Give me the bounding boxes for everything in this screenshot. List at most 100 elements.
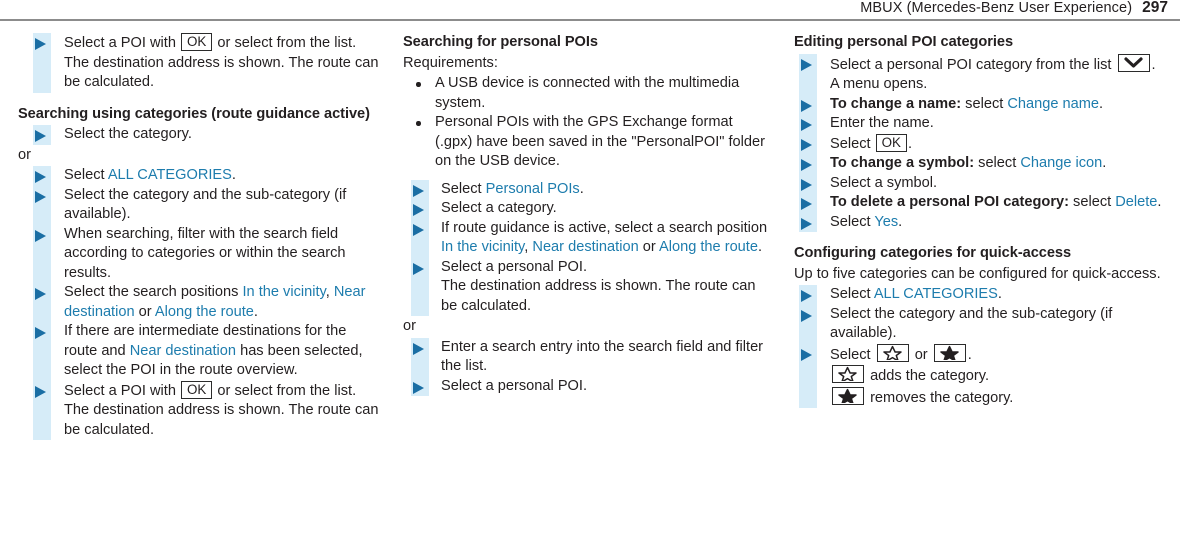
triangle-bullet-icon bbox=[413, 342, 424, 355]
link-near-destination[interactable]: Near destination bbox=[130, 343, 236, 359]
step-text: Select the search positions In the vicin… bbox=[64, 283, 381, 322]
step-text: Select a symbol. bbox=[830, 174, 938, 191]
step-select-poi-with-ok-top: Select a POI with OK or select from the … bbox=[18, 33, 381, 93]
step-lead: select bbox=[965, 95, 1004, 112]
link-in-the-vicinity[interactable]: In the vicinity bbox=[441, 239, 524, 255]
triangle-bullet-icon bbox=[801, 119, 812, 131]
step-tail: . bbox=[898, 213, 903, 230]
triangle-bullet-icon bbox=[801, 99, 812, 112]
step-lead: Select bbox=[830, 213, 871, 230]
step-route-guidance-positions: If route guidance is active, select a se… bbox=[403, 218, 774, 258]
step-tail: or select from the bbox=[217, 382, 331, 399]
star-filled-icon[interactable] bbox=[832, 386, 864, 405]
step-lead: Select a POI with bbox=[64, 382, 176, 399]
step-text: Select or . adds the category. removes t… bbox=[830, 343, 1167, 409]
step-line3: The destination address is shown. The ro… bbox=[64, 402, 351, 418]
step-line2: list. bbox=[334, 35, 357, 51]
step-text: To change a symbol: select Change icon. bbox=[830, 154, 1167, 174]
step-select-star: Select or . adds the category. removes t… bbox=[794, 343, 1167, 409]
triangle-bullet-icon bbox=[801, 217, 812, 230]
column-2: Searching for personal POIs Requirements… bbox=[393, 33, 786, 548]
step-select-poi-with-ok-bottom: Select a POI with OK or select from the … bbox=[18, 380, 381, 440]
step-lead: If route guidance is active, select a se… bbox=[441, 219, 768, 236]
step-select-category-from-list: Select a personal POI category from the … bbox=[794, 53, 1167, 95]
link-change-name[interactable]: Change name bbox=[1007, 96, 1099, 112]
link-in-the-vicinity[interactable]: In the vicinity bbox=[242, 284, 325, 300]
triangle-bullet-icon bbox=[413, 262, 424, 275]
step-tail: . bbox=[997, 286, 1002, 302]
heading-quick-access: Configuring categories for quick-access bbox=[794, 245, 1072, 261]
link-along-the-route[interactable]: Along the route bbox=[155, 304, 254, 320]
step-lead: Select bbox=[830, 346, 871, 363]
triangle-bullet-icon bbox=[801, 58, 812, 71]
step-text: Select a personal POI category from the … bbox=[830, 53, 1167, 95]
step-line2: list. bbox=[334, 382, 357, 399]
link-yes[interactable]: Yes bbox=[874, 214, 898, 230]
triangle-bullet-icon bbox=[413, 204, 424, 216]
step-emphasis: To delete a personal POI category: bbox=[830, 194, 1069, 210]
step-delete-poi-category: To delete a personal POI category: selec… bbox=[794, 193, 1167, 213]
step-tail: or select from the bbox=[217, 35, 331, 51]
link-personal-pois[interactable]: Personal POIs bbox=[486, 181, 580, 197]
triangle-bullet-icon bbox=[413, 381, 424, 394]
step-text: Select a POI with OK or select from the … bbox=[64, 33, 381, 93]
triangle-bullet-icon bbox=[35, 229, 46, 242]
step-text: Select ALL CATEGORIES. bbox=[64, 166, 381, 186]
sep: or bbox=[642, 239, 656, 255]
triangle-bullet-icon bbox=[801, 159, 812, 171]
star-filled-icon[interactable] bbox=[933, 343, 966, 362]
requirement-text: A USB device is connected with the multi… bbox=[435, 75, 740, 111]
step-filter-search-field: When searching, filter with the search f… bbox=[18, 224, 381, 283]
step-text: When searching, filter with the search f… bbox=[64, 225, 346, 281]
column-1: Select a POI with OK or select from the … bbox=[0, 33, 393, 548]
step-change-a-name: To change a name: select Change name. bbox=[794, 94, 1167, 115]
page-columns: Select a POI with OK or select from the … bbox=[0, 33, 1180, 548]
ok-key-icon[interactable]: OK bbox=[181, 33, 213, 51]
step-mid: or bbox=[914, 346, 928, 363]
step-text: Select Yes. bbox=[830, 213, 1167, 233]
step-tail: . bbox=[907, 135, 913, 152]
sep: , bbox=[524, 239, 529, 255]
step-intermediate-destinations: If there are intermediate destinations f… bbox=[18, 322, 381, 381]
link-all-categories[interactable]: ALL CATEGORIES bbox=[874, 286, 998, 302]
link-change-icon[interactable]: Change icon bbox=[1020, 155, 1102, 171]
triangle-bullet-icon bbox=[35, 288, 46, 300]
step-text: Select the category. bbox=[64, 126, 192, 142]
star-outline-icon[interactable] bbox=[876, 343, 909, 362]
step-change-a-symbol: To change a symbol: select Change icon. bbox=[794, 154, 1167, 174]
step-tail: . bbox=[967, 346, 972, 363]
step-tail: . bbox=[1102, 155, 1107, 171]
triangle-bullet-icon bbox=[35, 327, 46, 339]
step-text: Enter a search entry into the search fie… bbox=[441, 338, 764, 375]
heading-editing-poi-categories: Editing personal POI categories bbox=[794, 34, 1014, 50]
link-all-categories[interactable]: ALL CATEGORIES bbox=[108, 167, 232, 183]
step-text: Select the category and the sub-category… bbox=[830, 305, 1113, 342]
step-lead: Select the search positions bbox=[64, 284, 239, 300]
link-delete[interactable]: Delete bbox=[1115, 194, 1157, 210]
ok-key-icon[interactable]: OK bbox=[875, 133, 907, 152]
step-select-search-positions: Select the search positions In the vicin… bbox=[18, 283, 381, 322]
chevron-down-icon[interactable] bbox=[1117, 53, 1150, 72]
ok-key-icon[interactable]: OK bbox=[181, 380, 213, 399]
step-text: Select a personal POI. bbox=[441, 377, 588, 394]
step-line2: adds the category. bbox=[870, 368, 990, 384]
step-select-a-category: Select a category. bbox=[403, 199, 774, 219]
step-text: To change a name: select Change name. bbox=[830, 95, 1167, 115]
step-select-personal-pois: Select Personal POIs. bbox=[403, 179, 774, 199]
step-tail: . bbox=[757, 239, 763, 255]
column-3: Editing personal POI categories Select a… bbox=[786, 33, 1179, 548]
triangle-bullet-icon bbox=[801, 309, 812, 322]
step-tail: . bbox=[1099, 95, 1104, 112]
step-tail: . bbox=[1157, 194, 1162, 210]
header-title: MBUX (Mercedes-Benz User Experience) bbox=[860, 0, 1133, 16]
triangle-bullet-icon bbox=[801, 178, 812, 191]
link-along-the-route[interactable]: Along the route bbox=[659, 239, 758, 255]
step-text: Select ALL CATEGORIES. bbox=[830, 285, 1167, 305]
step-lead: Select a personal POI category from the … bbox=[830, 56, 1112, 73]
link-near-destination[interactable]: Near destination bbox=[532, 239, 638, 255]
step-emphasis: To change a symbol: bbox=[830, 155, 975, 171]
page-number: 297 bbox=[1142, 0, 1168, 16]
step-select-a-symbol: Select a symbol. bbox=[794, 173, 1167, 193]
step-select-personal-poi-2: Select a personal POI. bbox=[403, 376, 774, 396]
star-outline-icon[interactable] bbox=[832, 365, 864, 383]
